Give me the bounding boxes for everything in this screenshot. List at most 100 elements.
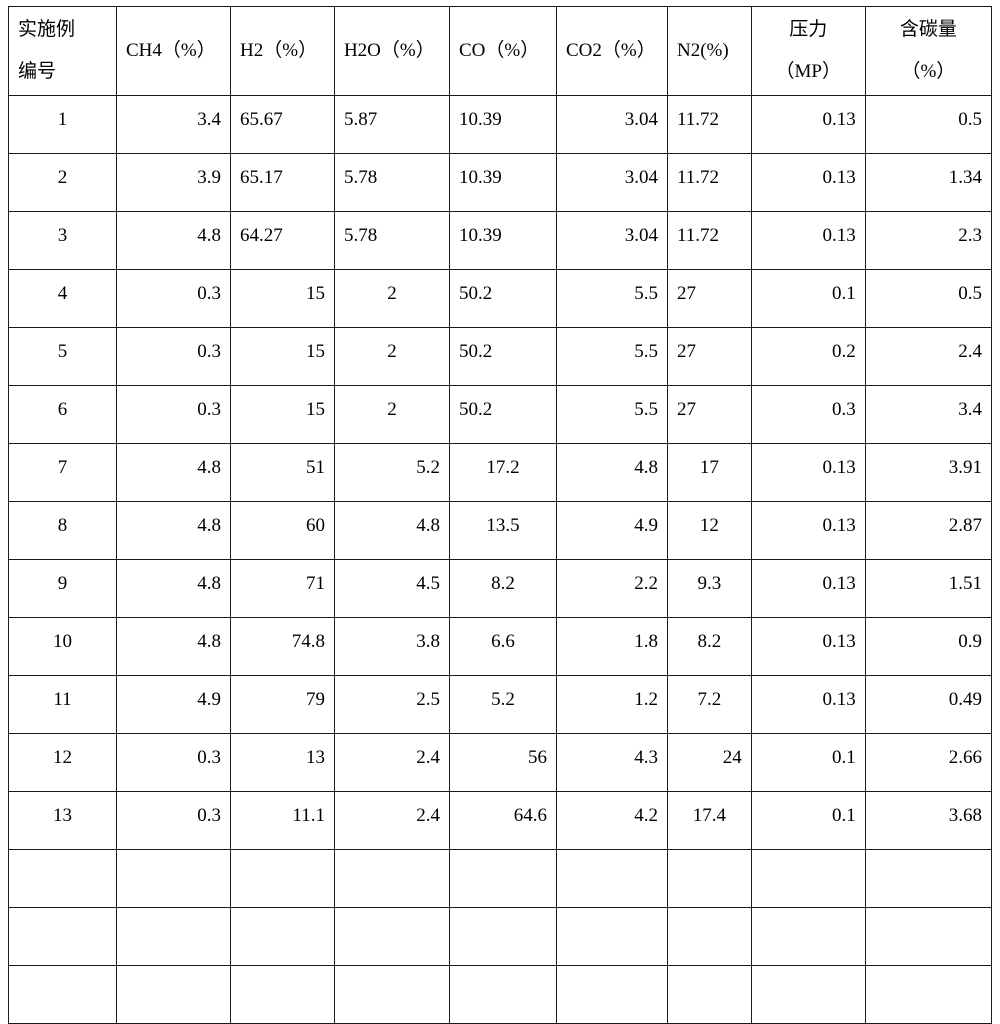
- data-cell: 2: [333, 327, 451, 386]
- row-index-cell: 10: [8, 617, 117, 676]
- data-cell: 0.2: [750, 327, 866, 386]
- column-header-line1: CH4（%）: [125, 40, 216, 62]
- table-header-row: 实施例 编号 CH4（%） H2（%） H2O（%） CO（%） CO2（%） N2(%) 压力…: [8, 6, 993, 96]
- data-cell: 0.3: [115, 327, 232, 386]
- data-cell: 2.5: [333, 675, 451, 734]
- data-cell: 4.9: [555, 501, 668, 560]
- data-cell: [555, 965, 668, 1024]
- column-header-line1: CO（%）: [459, 40, 540, 62]
- row-index-cell: 5: [8, 327, 117, 386]
- column-header-line1: 压力: [789, 19, 828, 41]
- row-index-cell: [8, 965, 117, 1024]
- data-cell: 17.4: [666, 791, 752, 850]
- data-cell: [115, 849, 232, 908]
- data-cell: 27: [666, 385, 752, 444]
- data-cell: [666, 965, 752, 1024]
- data-cell: [750, 849, 866, 908]
- data-cell: 64.27: [230, 211, 335, 270]
- data-cell: 5.5: [555, 269, 668, 328]
- column-header-line1: H2O（%）: [343, 40, 435, 62]
- data-cell: 17.2: [449, 443, 557, 502]
- data-cell: 27: [666, 327, 752, 386]
- data-cell: 0.13: [750, 443, 866, 502]
- data-cell: 8.2: [449, 559, 557, 618]
- data-cell: 1.51: [864, 559, 993, 618]
- data-cell: 5.78: [333, 211, 451, 270]
- data-cell: 3.04: [555, 95, 668, 154]
- data-cell: [864, 965, 993, 1024]
- data-cell: 5.5: [555, 327, 668, 386]
- data-cell: 0.3: [115, 269, 232, 328]
- data-cell: [333, 849, 451, 908]
- data-cell: 2: [333, 385, 451, 444]
- row-index-cell: 2: [8, 153, 117, 212]
- data-cell: 0.13: [750, 559, 866, 618]
- data-cell: 74.8: [230, 617, 335, 676]
- data-cell: [230, 849, 335, 908]
- data-cell: 0.3: [115, 791, 232, 850]
- row-index-cell: 8: [8, 501, 117, 560]
- column-header-3: H2O（%）: [333, 6, 451, 96]
- data-cell: [666, 849, 752, 908]
- table-row: [8, 849, 993, 908]
- column-header-8: 含碳量 （%）: [864, 6, 993, 96]
- data-cell: 5.2: [333, 443, 451, 502]
- table-header: 实施例 编号 CH4（%） H2（%） H2O（%） CO（%） CO2（%） N2(%) 压力…: [8, 6, 993, 96]
- data-cell: 3.68: [864, 791, 993, 850]
- table-row: 7 4.8 51 5.2 17.2 4.8 17 0.13 3.91: [8, 443, 993, 502]
- column-header-2: H2（%）: [230, 6, 335, 96]
- data-cell: 2.66: [864, 733, 993, 792]
- data-cell: [449, 907, 557, 966]
- data-cell: 5.87: [333, 95, 451, 154]
- table-row: 2 3.9 65.17 5.78 10.39 3.04 11.72 0.13 1.34: [8, 153, 993, 212]
- data-cell: 17: [666, 443, 752, 502]
- table-row: 9 4.8 71 4.5 8.2 2.2 9.3 0.13 1.51: [8, 559, 993, 618]
- data-cell: 79: [230, 675, 335, 734]
- data-cell: 3.4: [864, 385, 993, 444]
- table-row: 4 0.3 15 2 50.2 5.5 27 0.1 0.5: [8, 269, 993, 328]
- experiment-gas-composition-table: 实施例 编号 CH4（%） H2（%） H2O（%） CO（%） CO2（%） N2(%) 压力…: [8, 6, 993, 1024]
- data-cell: [666, 907, 752, 966]
- row-index-cell: [8, 849, 117, 908]
- row-index-cell: 12: [8, 733, 117, 792]
- data-cell: 24: [666, 733, 752, 792]
- data-cell: 2.4: [333, 791, 451, 850]
- data-cell: 4.9: [115, 675, 232, 734]
- table-row: 11 4.9 79 2.5 5.2 1.2 7.2 0.13 0.49: [8, 675, 993, 734]
- data-cell: 1.2: [555, 675, 668, 734]
- data-cell: 4.8: [115, 501, 232, 560]
- column-header-1: CH4（%）: [115, 6, 232, 96]
- data-cell: 0.13: [750, 95, 866, 154]
- data-cell: 3.4: [115, 95, 232, 154]
- column-header-5: CO2（%）: [555, 6, 668, 96]
- data-cell: 27: [666, 269, 752, 328]
- data-cell: 11.72: [666, 211, 752, 270]
- data-cell: 0.49: [864, 675, 993, 734]
- data-cell: 0.13: [750, 675, 866, 734]
- table-row: 6 0.3 15 2 50.2 5.5 27 0.3 3.4: [8, 385, 993, 444]
- row-index-cell: 13: [8, 791, 117, 850]
- data-cell: 2.87: [864, 501, 993, 560]
- data-cell: [555, 849, 668, 908]
- data-cell: 9.3: [666, 559, 752, 618]
- data-cell: 11.72: [666, 95, 752, 154]
- table-row: 12 0.3 13 2.4 56 4.3 24 0.1 2.66: [8, 733, 993, 792]
- data-cell: 51: [230, 443, 335, 502]
- row-index-cell: 7: [8, 443, 117, 502]
- data-cell: 65.67: [230, 95, 335, 154]
- data-cell: [449, 849, 557, 908]
- data-cell: 64.6: [449, 791, 557, 850]
- data-cell: 3.9: [115, 153, 232, 212]
- data-cell: 3.04: [555, 153, 668, 212]
- data-cell: 4.2: [555, 791, 668, 850]
- data-cell: 0.1: [750, 269, 866, 328]
- data-cell: 4.8: [555, 443, 668, 502]
- column-header-line1: N2(%): [676, 40, 729, 62]
- row-index-cell: 11: [8, 675, 117, 734]
- data-cell: 10.39: [449, 95, 557, 154]
- row-index-cell: 6: [8, 385, 117, 444]
- data-cell: 0.3: [115, 385, 232, 444]
- column-header-line1: 实施例: [18, 19, 76, 41]
- data-cell: 1.8: [555, 617, 668, 676]
- data-cell: 11.1: [230, 791, 335, 850]
